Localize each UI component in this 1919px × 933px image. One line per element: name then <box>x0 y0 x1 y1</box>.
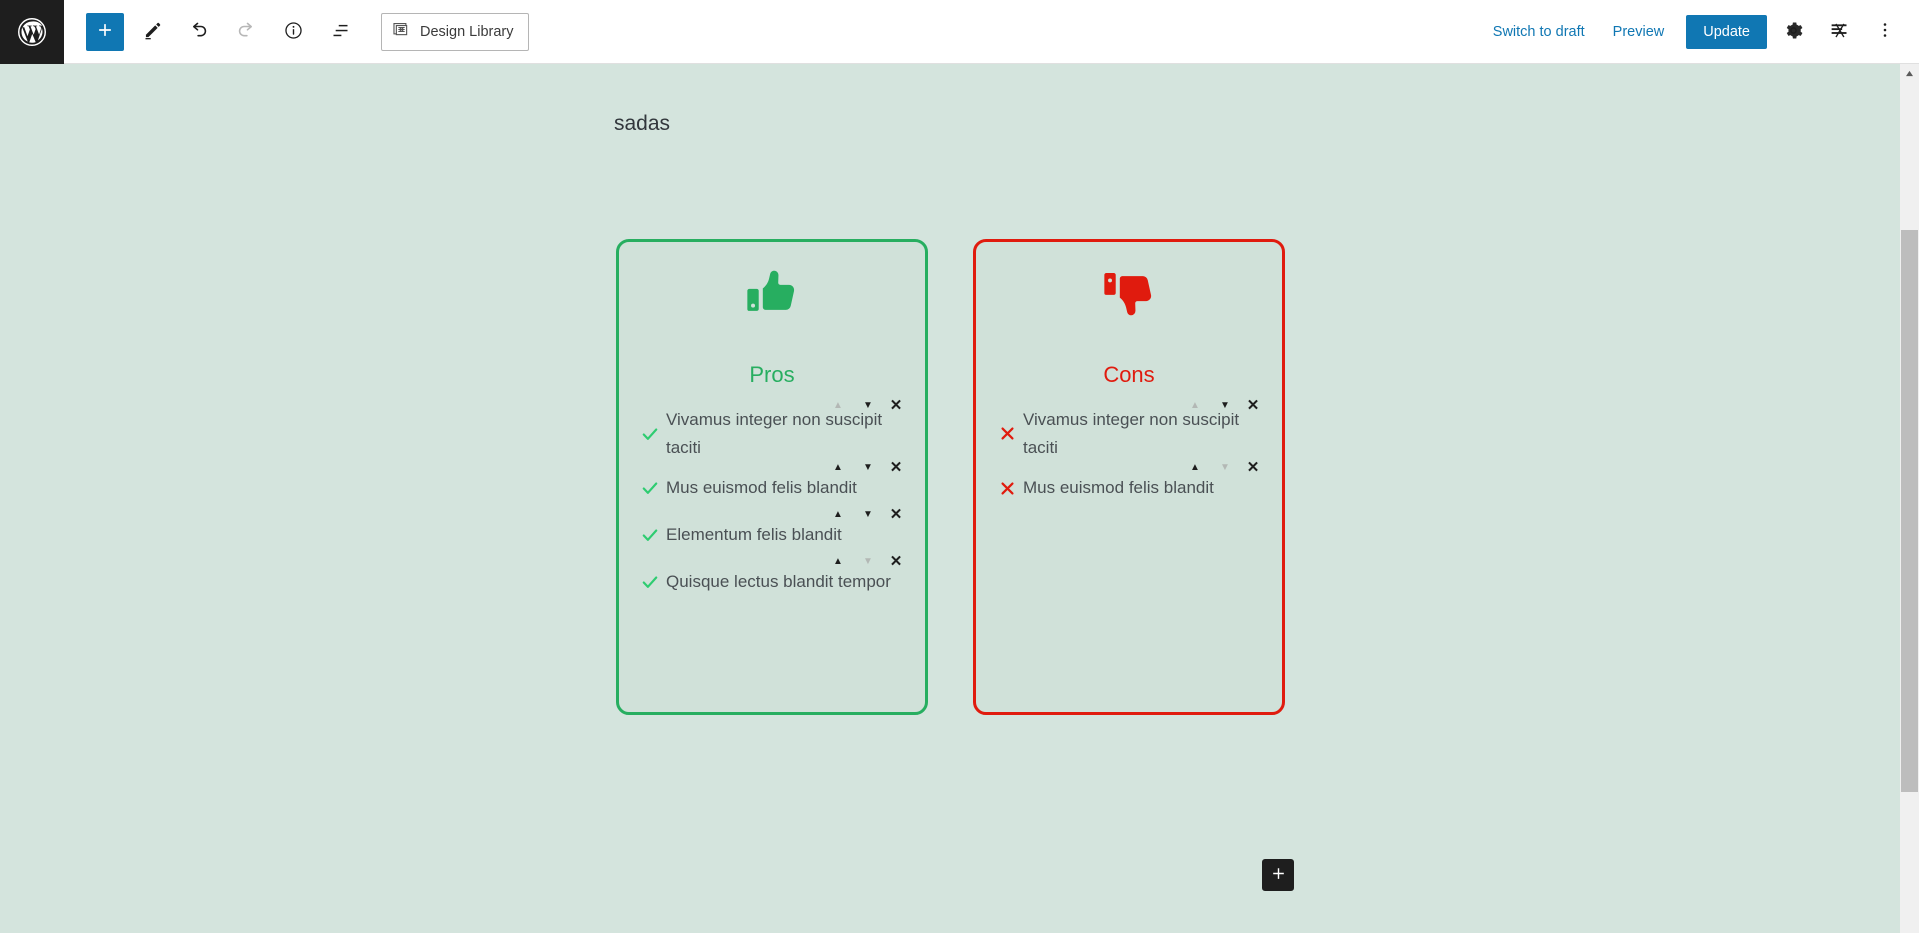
check-icon <box>637 478 663 498</box>
move-up-button: ▲ <box>1180 397 1210 414</box>
settings-button[interactable] <box>1773 12 1813 52</box>
move-up-button[interactable]: ▲ <box>823 506 853 523</box>
topbar-left-tool-group: Design Library <box>64 12 529 51</box>
info-icon <box>283 20 304 44</box>
list-item[interactable]: ▲ ▼ ✕ Mus euismod felis blandit <box>637 460 911 508</box>
remove-item-button[interactable]: ✕ <box>883 459 909 476</box>
undo-button[interactable] <box>180 13 218 51</box>
vertical-scrollbar[interactable] <box>1900 64 1919 933</box>
check-icon <box>637 572 663 592</box>
wordpress-logo-button[interactable] <box>0 0 64 64</box>
move-up-button: ▲ <box>823 397 853 414</box>
wordpress-logo-icon <box>17 17 47 47</box>
plus-icon <box>95 20 115 43</box>
switch-to-draft-button[interactable]: Switch to draft <box>1479 16 1599 48</box>
editor-canvas: sadas Pros ▲ ▼ ✕ Vivamus integer non sus… <box>0 64 1900 933</box>
list-item[interactable]: ▲ ▼ ✕ Quisque lectus blandit tempor <box>637 554 911 602</box>
scroll-up-button[interactable] <box>1900 64 1919 82</box>
cons-card[interactable]: Cons ▲ ▼ ✕ Vivamus integer non suscipit … <box>973 239 1285 715</box>
list-item[interactable]: ▲ ▼ ✕ Elementum felis blandit <box>637 507 911 555</box>
kadence-plugin-button[interactable] <box>1819 12 1859 52</box>
redo-button <box>227 13 265 51</box>
pros-cons-block: Pros ▲ ▼ ✕ Vivamus integer non suscipit … <box>616 239 1285 715</box>
list-item-text[interactable]: Quisque lectus blandit tempor <box>663 568 891 596</box>
list-view-button[interactable] <box>321 13 359 51</box>
design-library-button[interactable]: Design Library <box>381 12 529 51</box>
undo-icon <box>188 19 210 44</box>
tools-button[interactable] <box>133 13 171 51</box>
list-item-controls: ▲ ▼ ✕ <box>1180 397 1266 414</box>
more-options-button[interactable] <box>1865 12 1905 52</box>
move-down-button[interactable]: ▼ <box>1210 397 1240 414</box>
list-item-text[interactable]: Mus euismod felis blandit <box>1020 474 1214 502</box>
cross-icon <box>994 425 1020 442</box>
cons-heading[interactable]: Cons <box>976 362 1282 388</box>
move-up-button[interactable]: ▲ <box>1180 459 1210 476</box>
scrollbar-thumb[interactable] <box>1901 230 1918 792</box>
list-item[interactable]: ▲ ▼ ✕ Vivamus integer non suscipit tacit… <box>637 398 911 461</box>
move-down-button: ▼ <box>853 553 883 570</box>
cons-icon-wrap <box>976 256 1282 334</box>
remove-item-button[interactable]: ✕ <box>883 397 909 414</box>
design-library-icon <box>392 20 411 43</box>
details-button[interactable] <box>274 13 312 51</box>
move-up-button[interactable]: ▲ <box>823 553 853 570</box>
ellipsis-vertical-icon <box>1875 20 1895 43</box>
list-item-controls: ▲ ▼ ✕ <box>823 553 909 570</box>
cons-list: ▲ ▼ ✕ Vivamus integer non suscipit tacit… <box>976 398 1282 508</box>
block-appender[interactable] <box>1262 859 1294 891</box>
thumbs-down-icon <box>1100 264 1158 327</box>
remove-item-button[interactable]: ✕ <box>883 553 909 570</box>
cross-icon <box>994 480 1020 497</box>
list-item-controls: ▲ ▼ ✕ <box>823 397 909 414</box>
plus-icon <box>1270 865 1287 885</box>
topbar-right-group: Switch to draft Preview Update <box>1479 12 1919 52</box>
pros-icon-wrap <box>619 256 925 334</box>
pencil-icon <box>142 20 163 44</box>
pros-list: ▲ ▼ ✕ Vivamus integer non suscipit tacit… <box>619 398 925 602</box>
design-library-label: Design Library <box>420 23 514 40</box>
move-down-button[interactable]: ▼ <box>853 506 883 523</box>
list-item[interactable]: ▲ ▼ ✕ Vivamus integer non suscipit tacit… <box>994 398 1268 461</box>
gear-icon <box>1783 20 1804 44</box>
move-down-button[interactable]: ▼ <box>853 459 883 476</box>
move-up-button[interactable]: ▲ <box>823 459 853 476</box>
remove-item-button[interactable]: ✕ <box>1240 397 1266 414</box>
check-icon <box>637 525 663 545</box>
remove-item-button[interactable]: ✕ <box>883 506 909 523</box>
list-item-controls: ▲ ▼ ✕ <box>1180 459 1266 476</box>
list-item-text[interactable]: Mus euismod felis blandit <box>663 474 857 502</box>
remove-item-button[interactable]: ✕ <box>1240 459 1266 476</box>
list-view-icon <box>330 20 351 44</box>
list-item-text[interactable]: Vivamus integer non suscipit taciti <box>663 406 893 461</box>
editor-top-bar: Design Library Switch to draft Preview U… <box>0 0 1919 64</box>
preview-button[interactable]: Preview <box>1599 16 1679 48</box>
list-item-controls: ▲ ▼ ✕ <box>823 506 909 523</box>
check-icon <box>637 424 663 444</box>
move-down-button[interactable]: ▼ <box>853 397 883 414</box>
list-item-controls: ▲ ▼ ✕ <box>823 459 909 476</box>
update-button[interactable]: Update <box>1686 14 1767 49</box>
post-title[interactable]: sadas <box>614 112 670 136</box>
move-down-button: ▼ <box>1210 459 1240 476</box>
kadence-icon <box>1829 20 1850 44</box>
list-item-text[interactable]: Vivamus integer non suscipit taciti <box>1020 406 1250 461</box>
redo-icon <box>235 19 257 44</box>
list-item-text[interactable]: Elementum felis blandit <box>663 521 842 549</box>
list-item[interactable]: ▲ ▼ ✕ Mus euismod felis blandit <box>994 460 1268 508</box>
pros-card[interactable]: Pros ▲ ▼ ✕ Vivamus integer non suscipit … <box>616 239 928 715</box>
add-block-button[interactable] <box>86 12 124 51</box>
pros-heading[interactable]: Pros <box>619 362 925 388</box>
thumbs-up-icon <box>743 264 801 327</box>
